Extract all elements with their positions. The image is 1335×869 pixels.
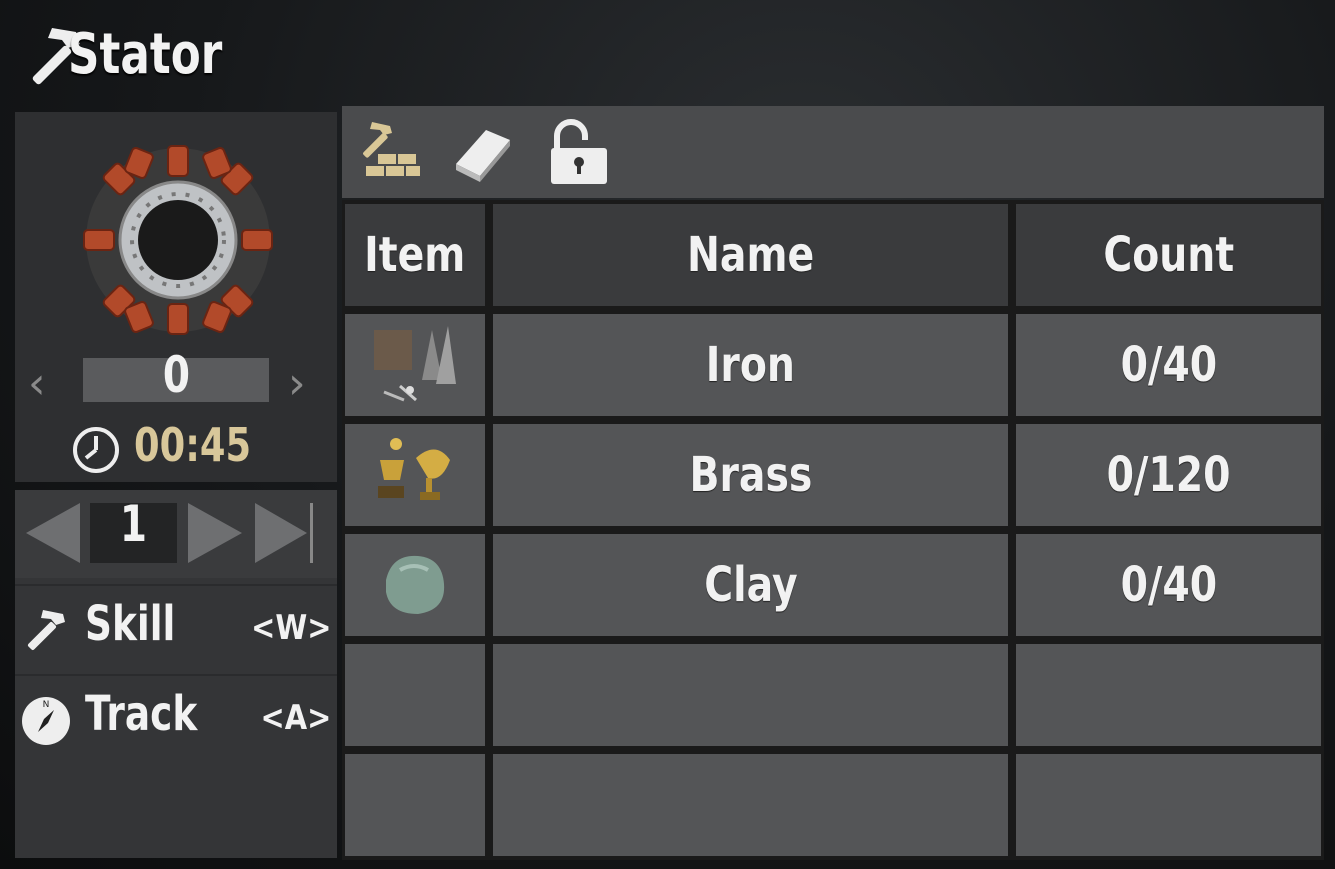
tab-ingredients[interactable] — [356, 118, 426, 188]
window-header: Stator — [18, 14, 266, 94]
table-row-count: 0/40 — [1016, 314, 1321, 416]
header-name: Name — [493, 204, 1008, 306]
table-row-name — [493, 644, 1008, 746]
table-row-name: Brass — [493, 424, 1008, 526]
table-row-count: 0/40 — [1016, 534, 1321, 636]
craft-count: 0 — [162, 346, 190, 404]
clay-icon — [386, 555, 445, 614]
hammer-bricks-icon — [363, 122, 420, 176]
track-row[interactable]: N Track <A> — [15, 674, 337, 762]
tab-description[interactable] — [448, 118, 518, 188]
book-icon — [456, 130, 510, 182]
unlock-icon — [551, 119, 607, 184]
track-label: Track — [85, 686, 198, 742]
decrease-quantity-button[interactable] — [26, 503, 80, 563]
increase-quantity-button[interactable] — [188, 503, 242, 563]
table-row-count — [1016, 754, 1321, 856]
table-row-item — [345, 314, 485, 416]
quantity-value[interactable]: 1 — [90, 495, 177, 553]
table-row-item — [345, 424, 485, 526]
table-row-name: Iron — [493, 314, 1008, 416]
craft-time: 00:45 — [134, 418, 252, 472]
skill-row[interactable]: Skill <W> — [15, 584, 337, 672]
skill-key: <W> — [250, 608, 331, 648]
next-recipe-arrow[interactable]: › — [288, 358, 306, 409]
clock-icon — [73, 427, 119, 473]
max-quantity-button[interactable] — [255, 503, 307, 563]
hammer-icon — [27, 610, 65, 651]
iron-icon — [374, 326, 456, 402]
table-row-name: Clay — [493, 534, 1008, 636]
svg-text:N: N — [43, 700, 50, 710]
table-row-count — [1016, 644, 1321, 746]
table-row-name — [493, 754, 1008, 856]
window-title: Stator — [68, 21, 223, 87]
header-item: Item — [345, 204, 485, 306]
table-row-item — [345, 754, 485, 856]
table-row-count: 0/120 — [1016, 424, 1321, 526]
tab-unlocks[interactable] — [545, 118, 615, 188]
stator-item-image — [83, 145, 273, 335]
table-row-item — [345, 534, 485, 636]
header-count: Count — [1016, 204, 1321, 306]
table-row-item — [345, 644, 485, 746]
max-quantity-bar — [310, 503, 313, 563]
compass-icon: N — [22, 697, 70, 745]
brass-icon — [378, 438, 450, 500]
skill-label: Skill — [85, 596, 176, 652]
track-key: <A> — [260, 698, 331, 738]
prev-recipe-arrow[interactable]: ‹ — [28, 358, 46, 409]
